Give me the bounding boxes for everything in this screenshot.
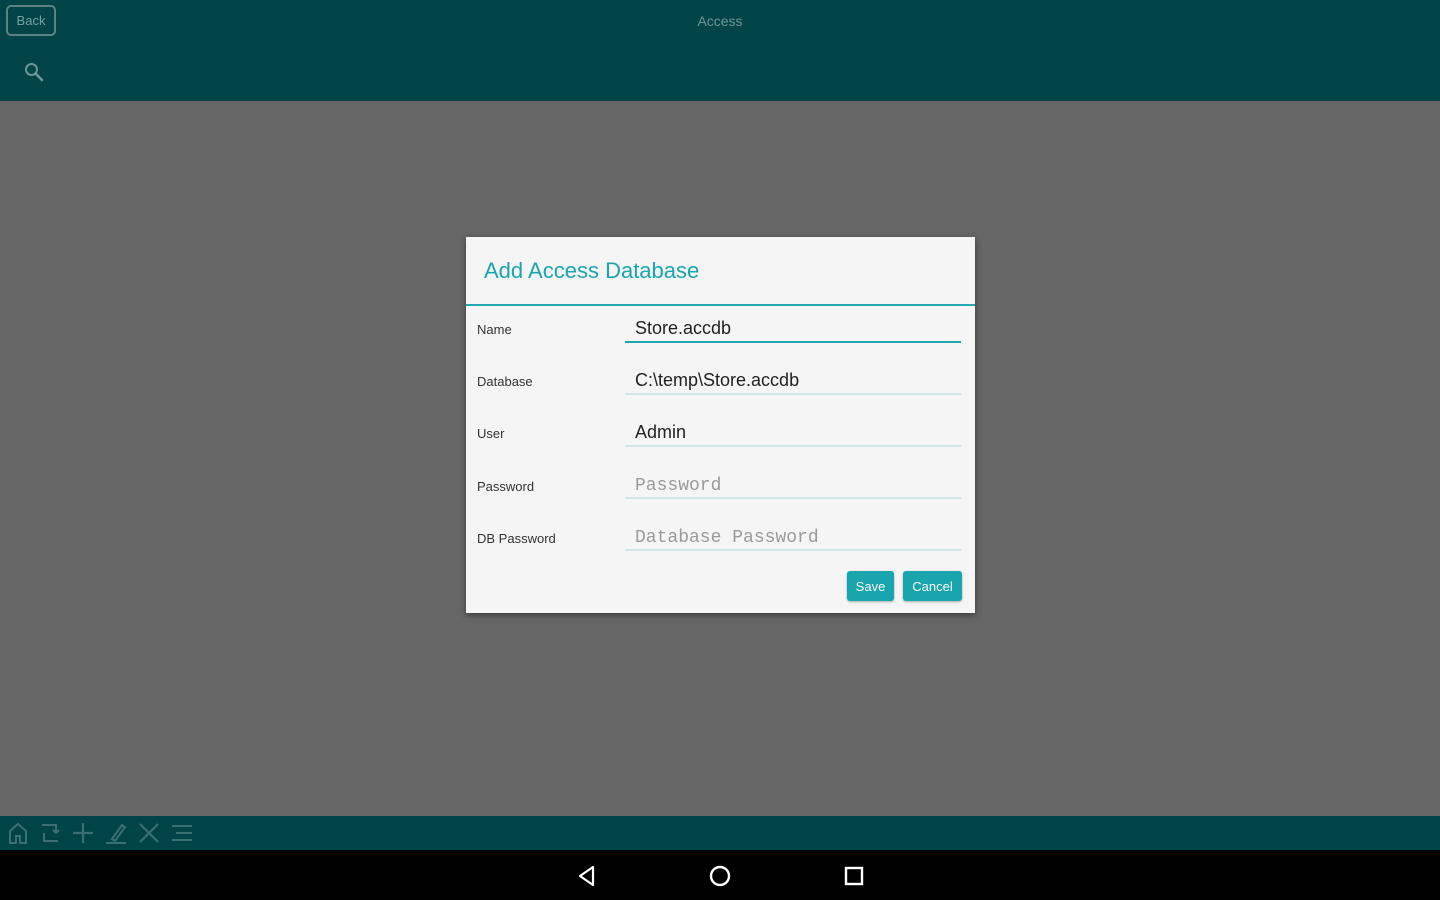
user-label: User (477, 426, 505, 441)
system-nav-bar (0, 850, 1440, 900)
name-field[interactable] (625, 315, 961, 343)
recents-square-icon[interactable] (841, 863, 867, 889)
dialog-title: Add Access Database (484, 258, 700, 283)
home-circle-icon[interactable] (707, 863, 733, 889)
db-password-label: DB Password (477, 531, 556, 546)
name-label: Name (477, 322, 512, 337)
save-button[interactable]: Save (847, 571, 894, 601)
add-icon[interactable] (71, 821, 95, 845)
edit-icon[interactable] (104, 821, 128, 845)
add-database-dialog: Add Access Database Name Database User P… (466, 237, 975, 613)
database-label: Database (477, 374, 533, 389)
menu-icon[interactable] (170, 821, 194, 845)
user-field[interactable] (625, 419, 961, 447)
database-field[interactable] (625, 367, 961, 395)
db-password-field[interactable] (625, 523, 961, 551)
refresh-icon[interactable] (38, 821, 62, 845)
password-field[interactable] (625, 471, 961, 499)
back-triangle-icon[interactable] (574, 863, 600, 889)
app-title: Access (697, 13, 743, 29)
cancel-button[interactable]: Cancel (903, 571, 962, 601)
password-label: Password (477, 479, 535, 494)
search-icon[interactable] (22, 60, 46, 84)
app-bar: Back Access (0, 0, 1440, 101)
bottom-toolbar (0, 816, 1440, 850)
delete-icon[interactable] (137, 821, 161, 845)
home-icon[interactable] (6, 821, 30, 845)
dialog-divider (466, 304, 975, 306)
